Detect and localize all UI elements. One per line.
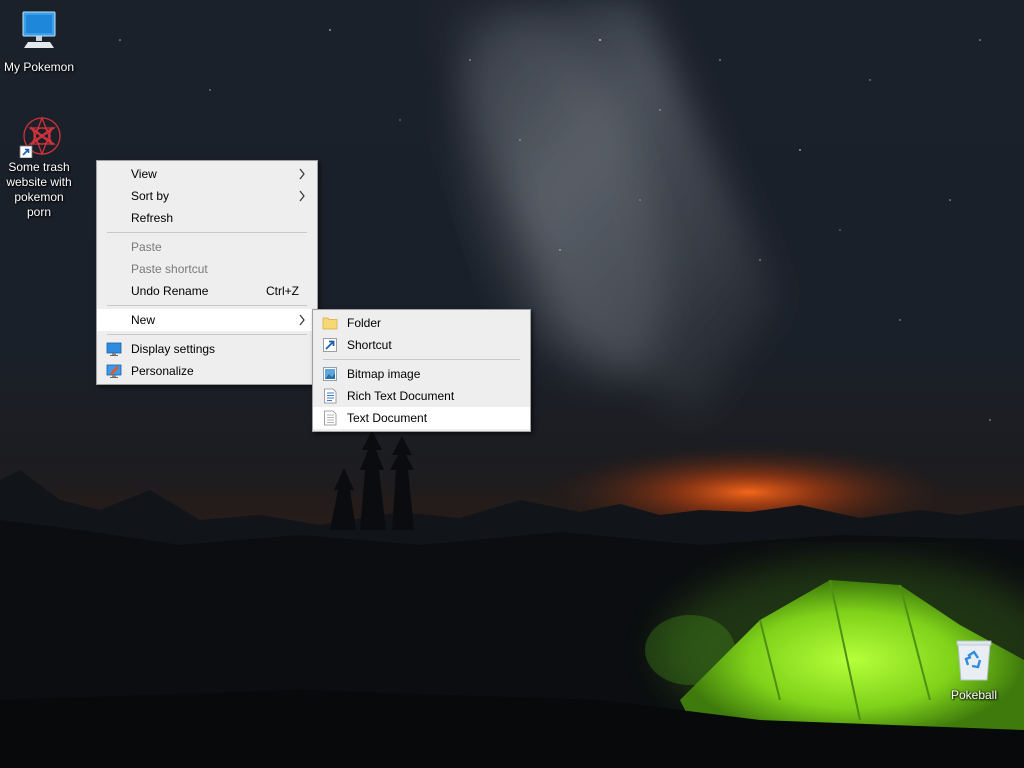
menu-item-label: Display settings <box>131 342 216 356</box>
menu-item-label: View <box>131 167 157 181</box>
menu-item-label: New <box>131 313 156 327</box>
menu-item-paste-shortcut: Paste shortcut <box>97 258 317 280</box>
menu-item-undo-rename[interactable]: Undo Rename Ctrl+Z <box>97 280 317 302</box>
menu-item-new[interactable]: New <box>97 309 317 331</box>
menu-item-personalize[interactable]: Personalize <box>97 360 317 382</box>
shortcut-icon <box>323 338 337 352</box>
menu-item-label: Folder <box>347 316 382 330</box>
personalize-icon <box>106 364 122 378</box>
bitmap-icon <box>323 367 337 381</box>
desktop-icon-label: My Pokemon <box>3 60 75 74</box>
menu-item-label: Text Document <box>347 411 428 425</box>
submenu-item-bitmap-image[interactable]: Bitmap image <box>313 363 530 385</box>
menu-item-label: Undo Rename <box>131 284 209 298</box>
web-shortcut-icon <box>16 112 62 159</box>
desktop-icon-label: Some trash website with pokemon porn <box>6 160 72 219</box>
display-icon <box>106 342 122 356</box>
menu-item-label: Bitmap image <box>347 367 421 381</box>
chevron-right-icon <box>299 314 305 326</box>
menu-item-paste: Paste <box>97 236 317 258</box>
submenu-item-shortcut[interactable]: Shortcut <box>313 334 530 356</box>
menu-item-shortcut: Ctrl+Z <box>266 284 299 298</box>
menu-separator <box>107 334 307 335</box>
menu-item-label: Paste shortcut <box>131 262 208 276</box>
menu-item-label: Rich Text Document <box>347 389 455 403</box>
desktop-context-menu: View Sort by Refresh Paste Paste shortcu… <box>96 160 318 385</box>
menu-item-refresh[interactable]: Refresh <box>97 207 317 229</box>
submenu-item-folder[interactable]: Folder <box>313 312 530 334</box>
menu-item-label: Paste <box>131 240 162 254</box>
desktop-icon-label: Pokeball <box>950 688 998 702</box>
menu-separator <box>107 305 307 306</box>
recycle-bin-icon <box>936 638 1012 686</box>
computer-icon <box>1 10 77 58</box>
folder-icon <box>322 317 338 330</box>
menu-item-display-settings[interactable]: Display settings <box>97 338 317 360</box>
rich-text-icon <box>324 388 337 404</box>
menu-item-label: Refresh <box>131 211 174 225</box>
desktop-icon-pokeball[interactable]: Pokeball <box>936 638 1012 703</box>
chevron-right-icon <box>299 190 305 202</box>
menu-separator <box>107 232 307 233</box>
menu-item-label: Sort by <box>131 189 170 203</box>
desktop-icon-my-pokemon[interactable]: My Pokemon <box>1 10 77 75</box>
menu-item-sort-by[interactable]: Sort by <box>97 185 317 207</box>
menu-item-label: Personalize <box>131 364 194 378</box>
text-document-icon <box>324 410 337 426</box>
chevron-right-icon <box>299 168 305 180</box>
new-submenu: Folder Shortcut Bitmap image Rich Text D… <box>312 309 531 432</box>
menu-separator <box>323 359 520 360</box>
submenu-item-rich-text-document[interactable]: Rich Text Document <box>313 385 530 407</box>
submenu-item-text-document[interactable]: Text Document <box>313 407 530 429</box>
menu-item-label: Shortcut <box>347 338 392 352</box>
desktop-icon-website-shortcut[interactable]: Some trash website with pokemon porn <box>1 112 77 220</box>
menu-item-view[interactable]: View <box>97 163 317 185</box>
